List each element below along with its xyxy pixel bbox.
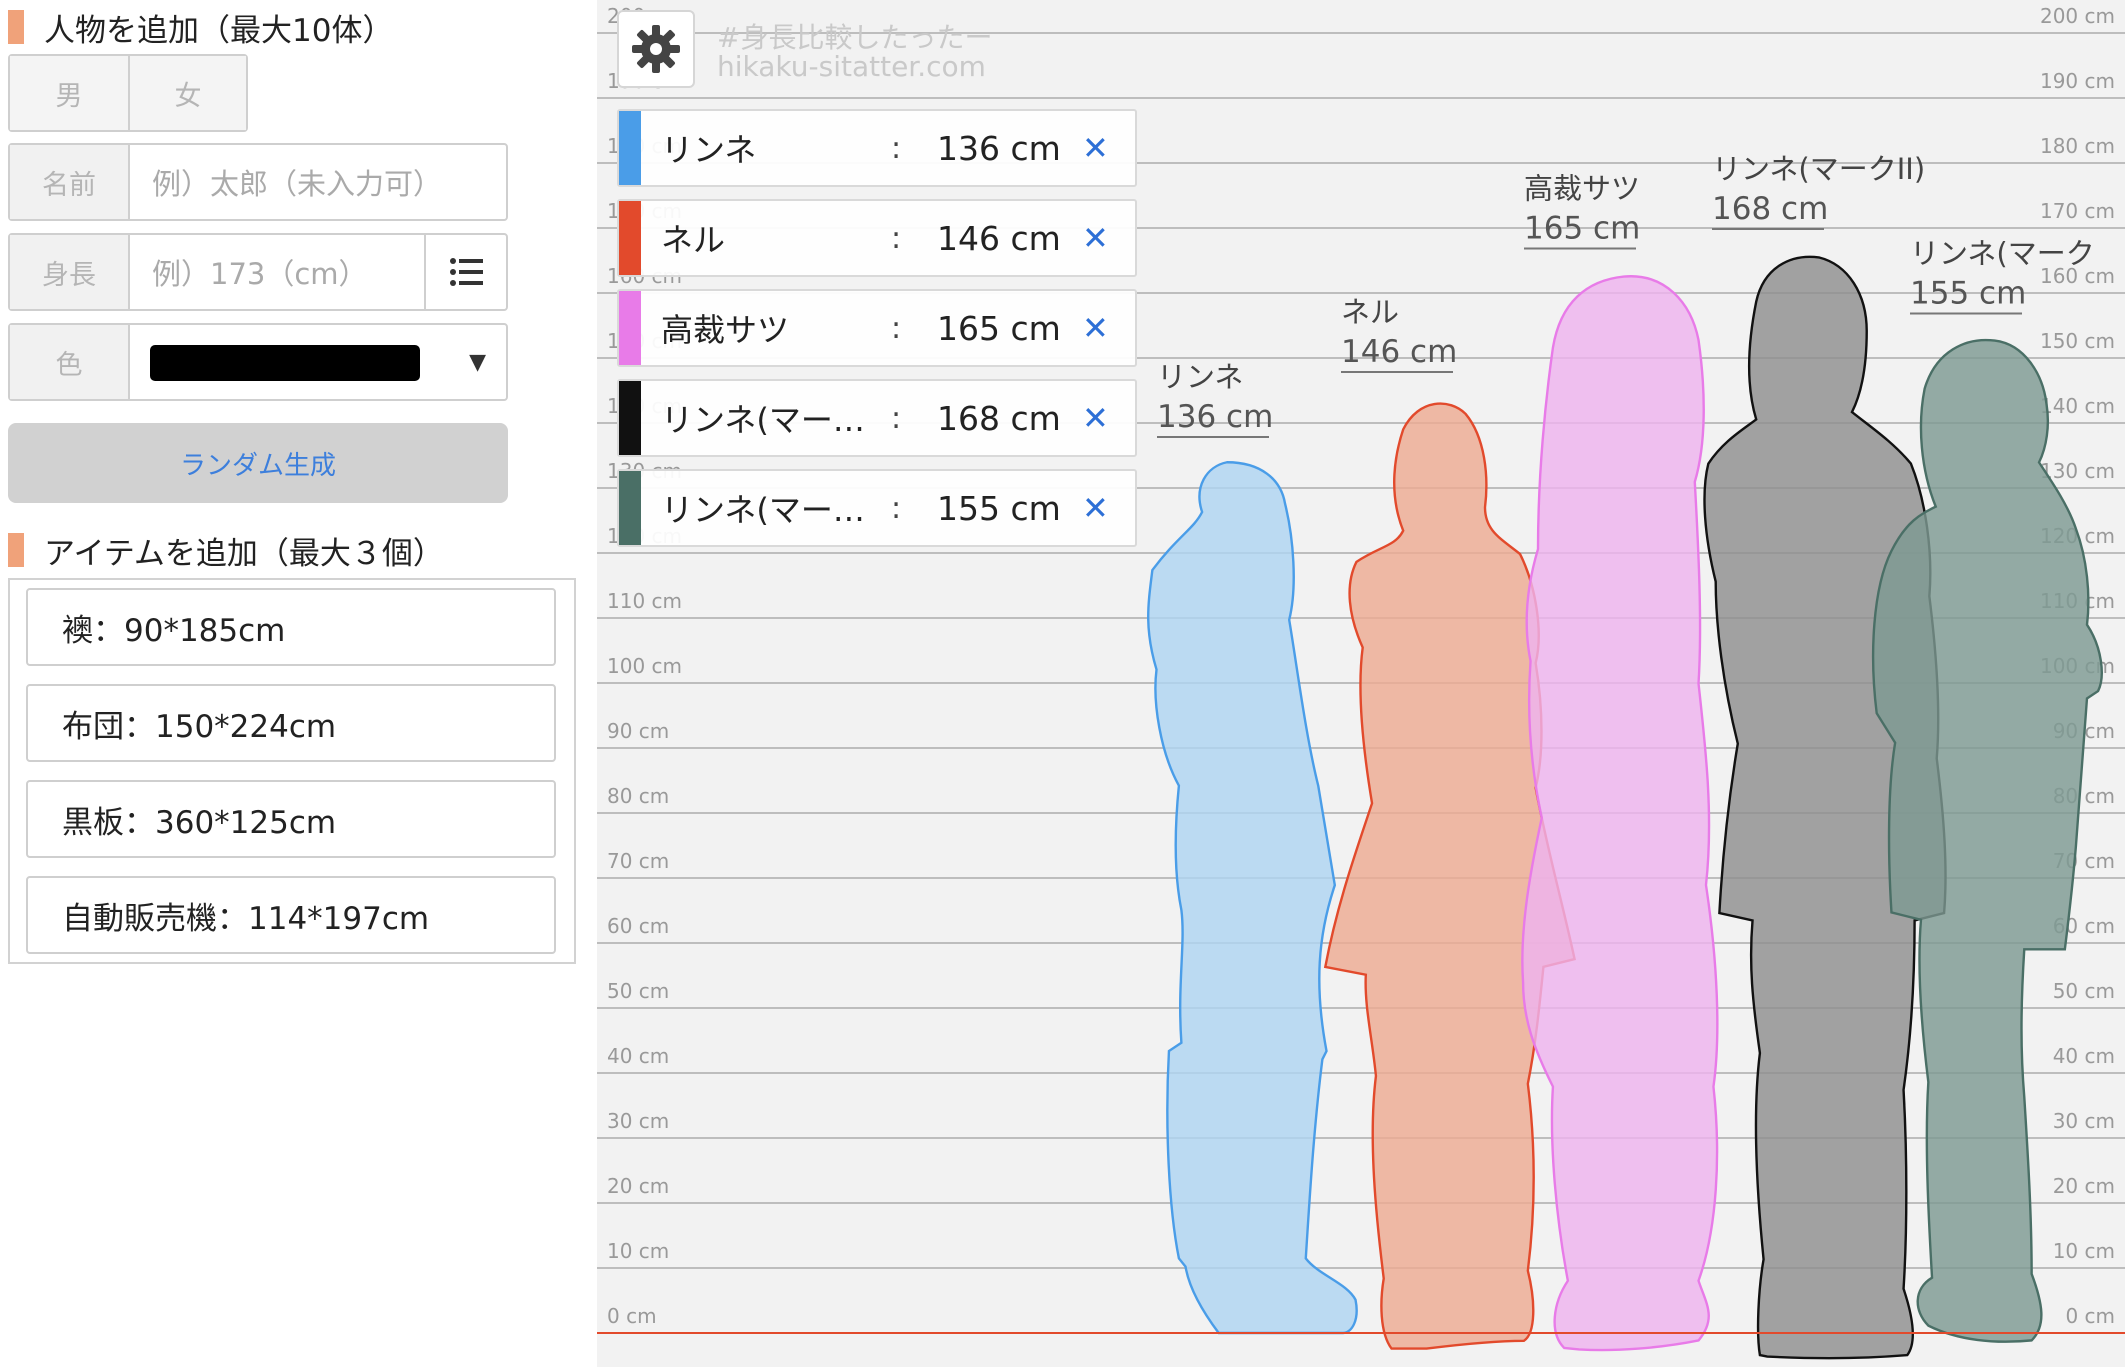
figure-height-label: 165 cm [1524,211,1640,247]
tick-label: 10 cm [2053,1239,2115,1263]
settings-button[interactable] [617,10,695,88]
tick-label: 150 cm [2040,329,2115,353]
tick-label: 40 cm [607,1044,669,1068]
figure-name-label: 高裁サツ [1524,172,1640,206]
figure-name-label: ネル [1341,295,1399,329]
tick-label: 50 cm [2053,979,2115,1003]
section-marker [8,10,24,44]
figure-name-label: リンネ(マーク [1910,237,2095,271]
color-field-group: 色 ▼ [8,323,508,401]
section-marker [8,533,24,567]
item-section-title: アイテムを追加（最大３個） [44,535,444,572]
person-list-row[interactable]: リンネ(マー… : 168 cm ✕ [617,379,1137,457]
figure-height-label: 168 cm [1712,191,1828,227]
divider [128,235,130,309]
tick-label: 50 cm [607,979,669,1003]
person-name: 高裁サツ [661,311,790,349]
item-list: 襖：90*185cm 布団：150*224cm 黒板：360*125cm 自動販… [8,578,576,964]
color-label: 色 [10,325,128,399]
divider [128,145,130,219]
gender-toggle: 男 女 [8,54,248,132]
remove-person-button[interactable]: ✕ [1082,201,1109,275]
person-color-swatch [619,381,641,455]
person-name: ネル [661,221,726,259]
tick-label: 40 cm [2053,1044,2115,1068]
tick-label: 80 cm [607,784,669,808]
person-height: 146 cm [937,218,1061,258]
person-color-swatch [619,111,641,185]
person-color-swatch [619,201,641,275]
person-name: リンネ(マー… [661,491,865,529]
figure-name-label: リンネ(マークII) [1712,152,1925,186]
tick-label: 0 cm [2065,1304,2115,1328]
gender-female-button[interactable]: 女 [130,56,246,130]
height-input[interactable]: 例）173（cm） [132,235,424,309]
tick-label: 200 cm [2040,4,2115,28]
person-height: 168 cm [937,398,1061,438]
tick-label: 10 cm [607,1239,669,1263]
item-button-blackboard[interactable]: 黒板：360*125cm [26,780,556,858]
figure-height-label: 146 cm [1341,334,1457,370]
item-button-fusuma[interactable]: 襖：90*185cm [26,588,556,666]
person-list-row[interactable]: ネル : 146 cm ✕ [617,199,1137,277]
separator-colon: : [891,310,902,346]
remove-person-button[interactable]: ✕ [1082,291,1109,365]
gender-male-button[interactable]: 男 [10,56,128,130]
tick-label: 90 cm [607,719,669,743]
item-button-futon[interactable]: 布団：150*224cm [26,684,556,762]
person-list-row[interactable]: リンネ(マー… : 155 cm ✕ [617,469,1137,547]
person-list-row[interactable]: 高裁サツ : 165 cm ✕ [617,289,1137,367]
tick-label: 20 cm [607,1174,669,1198]
figure-height-label: 136 cm [1157,399,1273,435]
separator-colon: : [891,220,902,256]
person-height: 165 cm [937,308,1061,348]
remove-person-button[interactable]: ✕ [1082,381,1109,455]
figure-sakai-satsu[interactable] [1521,275,1719,1352]
figure-name-label: リンネ [1157,360,1243,394]
person-height: 136 cm [937,128,1061,168]
person-color-swatch [619,291,641,365]
tick-label: 140 cm [2040,394,2115,418]
person-section-header: 人物を追加（最大10体） [8,5,393,49]
separator-colon: : [891,490,902,526]
separator-colon: : [891,400,902,436]
tick-label: 190 cm [2040,69,2115,93]
dropdown-arrow-icon[interactable]: ▼ [469,325,486,399]
item-section-header: アイテムを追加（最大３個） [8,528,444,572]
separator-colon: : [891,130,902,166]
height-field-group: 身長 例）173（cm） [8,233,508,311]
tick-label: 100 cm [607,654,682,678]
figure-height-label: 155 cm [1910,276,2026,312]
person-color-swatch [619,471,641,545]
person-name: リンネ(マー… [661,401,865,439]
control-panel: 人物を追加（最大10体） 男 女 名前 例）太郎（未入力可） 身長 例）173（… [0,0,590,1367]
tick-label: 20 cm [2053,1174,2115,1198]
person-section-title: 人物を追加（最大10体） [44,12,394,49]
tick-label: 70 cm [607,849,669,873]
remove-person-button[interactable]: ✕ [1082,111,1109,185]
item-button-vending-machine[interactable]: 自動販売機：114*197cm [26,876,556,954]
name-input[interactable]: 例）太郎（未入力可） [132,145,506,219]
name-label: 名前 [10,145,128,219]
gear-icon [632,25,680,73]
color-select[interactable] [150,345,420,381]
remove-person-button[interactable]: ✕ [1082,471,1109,545]
random-generate-button[interactable]: ランダム生成 [8,423,508,503]
preset-list-button[interactable] [426,235,506,309]
tick-label: 30 cm [607,1109,669,1133]
person-height: 155 cm [937,488,1061,528]
tick-label: 0 cm [607,1304,657,1328]
tick-label: 60 cm [607,914,669,938]
tick-label: 110 cm [607,589,682,613]
height-label: 身長 [10,235,128,309]
watermark-url: hikaku-sitatter.com [717,50,986,83]
tick-label: 30 cm [2053,1109,2115,1133]
person-list-row[interactable]: リンネ : 136 cm ✕ [617,109,1137,187]
divider [128,325,130,399]
list-icon [450,258,483,286]
person-name: リンネ [661,131,757,169]
tick-label: 170 cm [2040,199,2115,223]
tick-label: 180 cm [2040,134,2115,158]
name-field-group: 名前 例）太郎（未入力可） [8,143,508,221]
